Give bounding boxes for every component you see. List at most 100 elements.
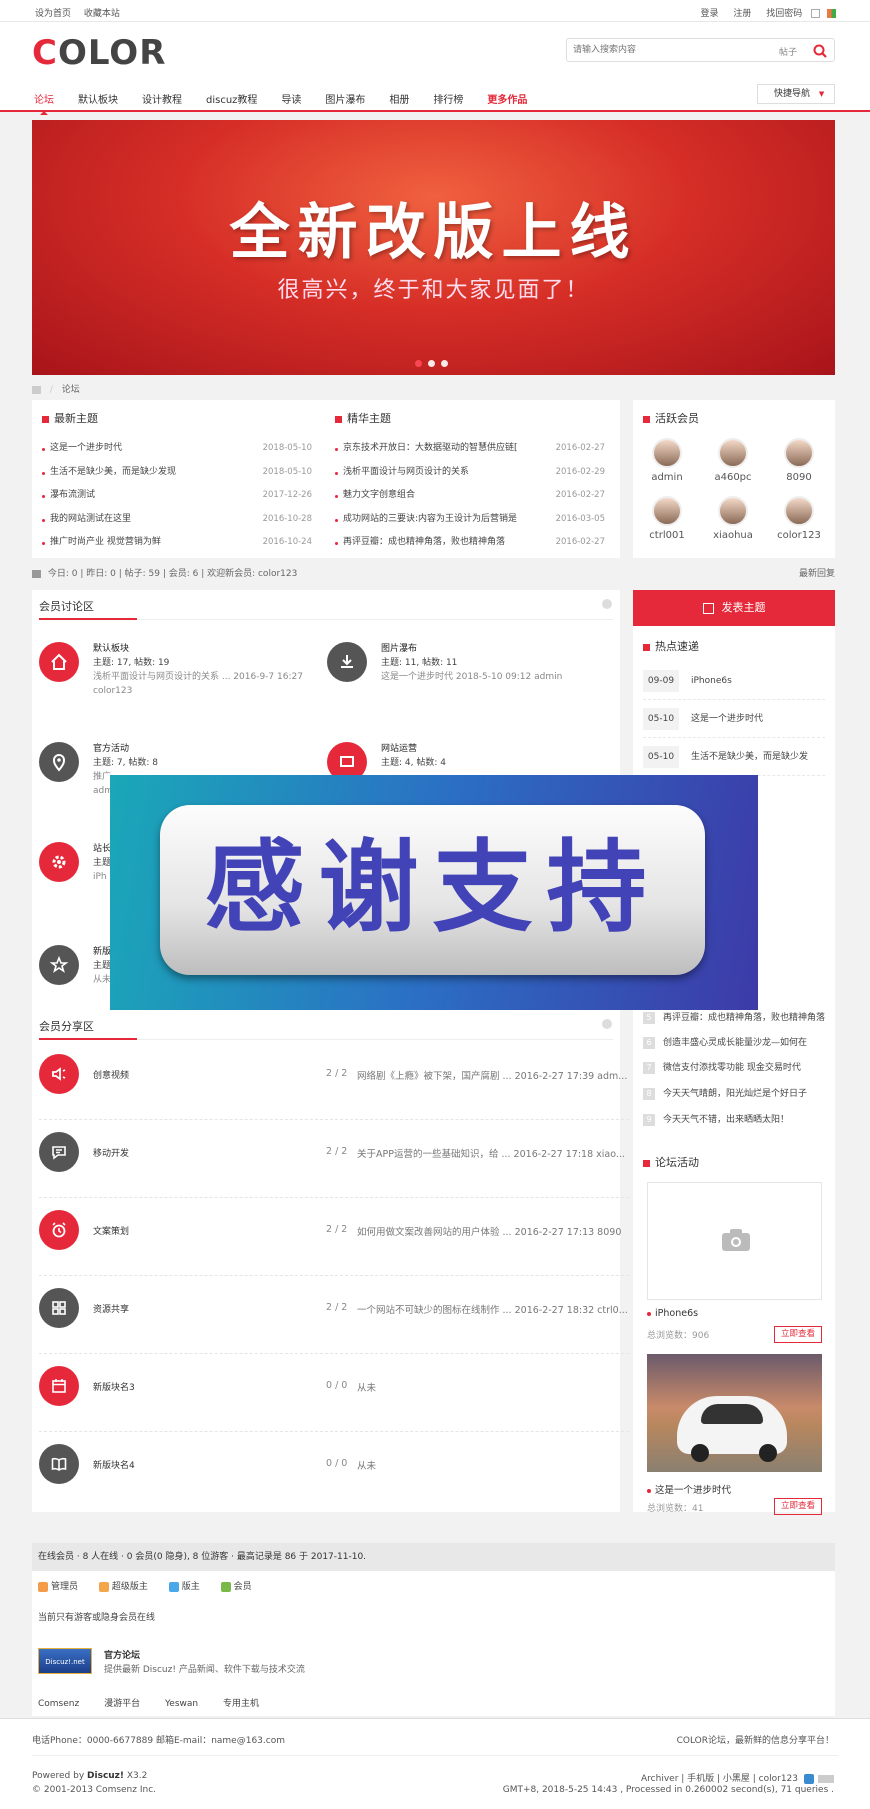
member-card[interactable]: a460pc	[705, 438, 761, 483]
banner-dot[interactable]	[441, 360, 448, 367]
footer-links-text[interactable]: Archiver | 手机版 | 小黑屋 | color123	[641, 1774, 798, 1784]
forum-last-post[interactable]: 网络剧《上瘾》被下架，国产腐剧 ... 2016-2-27 17:39 adm.…	[357, 1068, 632, 1082]
member-card[interactable]: color123	[771, 496, 827, 541]
login-link[interactable]: 登录	[700, 9, 718, 19]
member-card[interactable]: ctrl001	[639, 496, 695, 541]
find-password-link[interactable]: 找回密码	[766, 9, 802, 19]
forum-last-post[interactable]: 如何用做文案改善网站的用户体验 ... 2016-2-27 17:13 8090	[357, 1224, 632, 1238]
activity-title[interactable]: 这是一个进步时代	[647, 1482, 731, 1496]
rank-item[interactable]: 8 今天天气晴朗，阳光灿烂是个好日子	[643, 1082, 828, 1108]
list-item[interactable]: 成功网站的三要诀:内容为王设计为后营销是 2016-03-05	[335, 508, 605, 532]
bookmark-link[interactable]: 收藏本站	[84, 9, 120, 19]
powered-link[interactable]: Discuz!	[87, 1771, 124, 1781]
search-icon[interactable]	[812, 43, 828, 59]
rank-item[interactable]: 9 今天天气不错，出来晒晒太阳！	[643, 1108, 828, 1134]
member-card[interactable]: admin	[639, 438, 695, 483]
breadcrumb-forum[interactable]: 论坛	[62, 385, 80, 395]
link-item[interactable]: Yeswan	[165, 1699, 198, 1709]
latest-replies-link[interactable]: 最新回复	[799, 566, 835, 582]
forum-last-post[interactable]: 浅析平面设计与网页设计的关系 ... 2016-9-7 16:27	[93, 670, 303, 684]
nav-forum[interactable]: 论坛	[34, 89, 54, 115]
activity-image[interactable]	[647, 1182, 822, 1300]
forum-last-post[interactable]: iPh	[93, 870, 111, 884]
avatar	[652, 496, 682, 526]
nav-more-works[interactable]: 更多作品	[487, 89, 527, 113]
link-item[interactable]: 漫游平台	[104, 1699, 140, 1709]
register-link[interactable]: 注册	[733, 9, 751, 19]
forum-name[interactable]: 新版块名3	[93, 1380, 135, 1393]
list-item[interactable]: 瀑布流测试 2017-12-26	[42, 484, 312, 508]
rank-item[interactable]: 7 微信支付添找零功能 现金交易时代	[643, 1056, 828, 1082]
forum-name[interactable]: 站长	[93, 842, 111, 856]
nav-ranking[interactable]: 排行榜	[433, 89, 463, 113]
set-homepage-link[interactable]: 设为首页	[35, 9, 71, 19]
share-row[interactable]: 资源共享 2 / 2 一个网站不可缺少的图标在线制作 ... 2016-2-27…	[39, 1276, 629, 1354]
forum-name[interactable]: 移动开发	[93, 1146, 129, 1159]
view-now-button[interactable]: 立即查看	[774, 1498, 822, 1515]
list-item[interactable]: 京东技术开放日：大数据驱动的智慧供应链[2016-02-27	[335, 437, 605, 461]
quick-nav-button[interactable]: 快捷导航 ▼	[757, 84, 835, 104]
share-row[interactable]: 文案策划 2 / 2 如何用做文案改善网站的用户体验 ... 2016-2-27…	[39, 1198, 629, 1276]
forum-name[interactable]: 文案策划	[93, 1224, 129, 1237]
active-members-title: 活跃会员	[643, 410, 699, 426]
list-item[interactable]: 浅析平面设计与网页设计的关系 2016-02-29	[335, 461, 605, 485]
nav-guide[interactable]: 导读	[281, 89, 301, 113]
forum-name[interactable]: 图片瀑布	[381, 642, 562, 656]
discuz-badge[interactable]: Discuz!.net	[38, 1648, 92, 1674]
forum-last-user[interactable]: color123	[93, 684, 303, 698]
forum-name[interactable]: 默认板块	[93, 642, 303, 656]
nav-album[interactable]: 相册	[389, 89, 409, 113]
forum-name[interactable]: 新版块名4	[93, 1458, 135, 1471]
hot-item[interactable]: 05-10 生活不是缺少美，而是缺少发	[643, 738, 825, 776]
avatar	[652, 438, 682, 468]
forum-item[interactable]: 默认板块 主题: 17, 帖数: 19 浅析平面设计与网页设计的关系 ... 201…	[39, 642, 309, 732]
list-item[interactable]: 魅力文字创意组合 2016-02-27	[335, 484, 605, 508]
rank-item[interactable]: 6 创造丰盛心灵成长能量沙龙—如何在	[643, 1031, 828, 1057]
search-type-select[interactable]: 帖子	[779, 45, 797, 58]
list-item[interactable]: 再评豆瓣：成也精神角落，败也精神角落 2016-02-27	[335, 531, 605, 555]
forum-name[interactable]: 资源共享	[93, 1302, 129, 1315]
share-row[interactable]: 新版块名3 0 / 0 从未	[39, 1354, 629, 1432]
color-swatch-icon[interactable]	[827, 9, 836, 18]
forum-last-post[interactable]: 一个网站不可缺少的图标在线制作 ... 2016-2-27 18:32 ctrl…	[357, 1302, 632, 1316]
online-header[interactable]: 在线会员 · 8 人在线 · 0 会员(0 隐身), 8 位游客 · 最高记录是…	[32, 1543, 835, 1571]
link-item[interactable]: Comsenz	[38, 1699, 79, 1709]
activity-image[interactable]	[647, 1354, 822, 1472]
site-logo[interactable]: COLOR	[32, 36, 166, 70]
list-item[interactable]: 这是一个进步时代 2018-05-10	[42, 437, 312, 461]
list-item[interactable]: 生活不是缺少美，而是缺少发现 2018-05-10	[42, 461, 312, 485]
link-item[interactable]: 专用主机	[223, 1699, 259, 1709]
nav-image-waterfall[interactable]: 图片瀑布	[325, 89, 365, 113]
forum-last-post[interactable]: 关于APP运营的一些基础知识，给 ... 2016-2-27 17:18 xia…	[357, 1146, 632, 1160]
collapse-toggle-icon[interactable]	[602, 1019, 612, 1029]
list-item[interactable]: 推广时尚产业 视觉营销为鲜 2016-10-24	[42, 531, 312, 555]
share-row[interactable]: 移动开发 2 / 2 关于APP运营的一些基础知识，给 ... 2016-2-2…	[39, 1120, 629, 1198]
list-item[interactable]: 我的网站测试在这里 2016-10-28	[42, 508, 312, 532]
banner-dot[interactable]	[428, 360, 435, 367]
nav-default-board[interactable]: 默认板块	[78, 89, 118, 113]
forum-name[interactable]: 新版	[93, 945, 111, 959]
nav-discuz-tutorial[interactable]: discuz教程	[206, 89, 257, 113]
view-now-button[interactable]: 立即查看	[774, 1326, 822, 1343]
forum-last-post[interactable]: 这是一个进步时代 2018-5-10 09:12 admin	[381, 670, 562, 684]
member-card[interactable]: 8090	[771, 438, 827, 483]
forum-name[interactable]: 创意视频	[93, 1068, 129, 1081]
hot-item[interactable]: 09-09 iPhone6s	[643, 662, 825, 700]
hot-item[interactable]: 05-10 这是一个进步时代	[643, 700, 825, 738]
share-row[interactable]: 创意视频 2 / 2 网络剧《上瘾》被下架，国产腐剧 ... 2016-2-27…	[39, 1042, 629, 1120]
forum-item[interactable]: 图片瀑布 主题: 11, 帖数: 11 这是一个进步时代 2018-5-10 09:…	[327, 642, 597, 732]
activity-title[interactable]: iPhone6s	[647, 1308, 698, 1319]
share-row[interactable]: 新版块名4 0 / 0 从未	[39, 1432, 629, 1510]
post-topic-button[interactable]: 发表主题	[633, 590, 835, 626]
home-icon[interactable]	[32, 385, 41, 394]
collapse-toggle-icon[interactable]	[602, 599, 612, 609]
forum-name[interactable]: 官方活动	[93, 742, 158, 756]
hero-banner[interactable]: 全新改版上线 很高兴，终于和大家见面了！	[32, 120, 835, 375]
forum-name[interactable]: 网站运营	[381, 742, 446, 756]
nav-design-tutorial[interactable]: 设计教程	[142, 89, 182, 113]
fullscreen-icon[interactable]	[811, 9, 821, 18]
member-card[interactable]: xiaohua	[705, 496, 761, 541]
link-title[interactable]: 官方论坛	[104, 1648, 140, 1661]
search-input[interactable]	[573, 43, 753, 57]
banner-dot[interactable]	[415, 360, 422, 367]
